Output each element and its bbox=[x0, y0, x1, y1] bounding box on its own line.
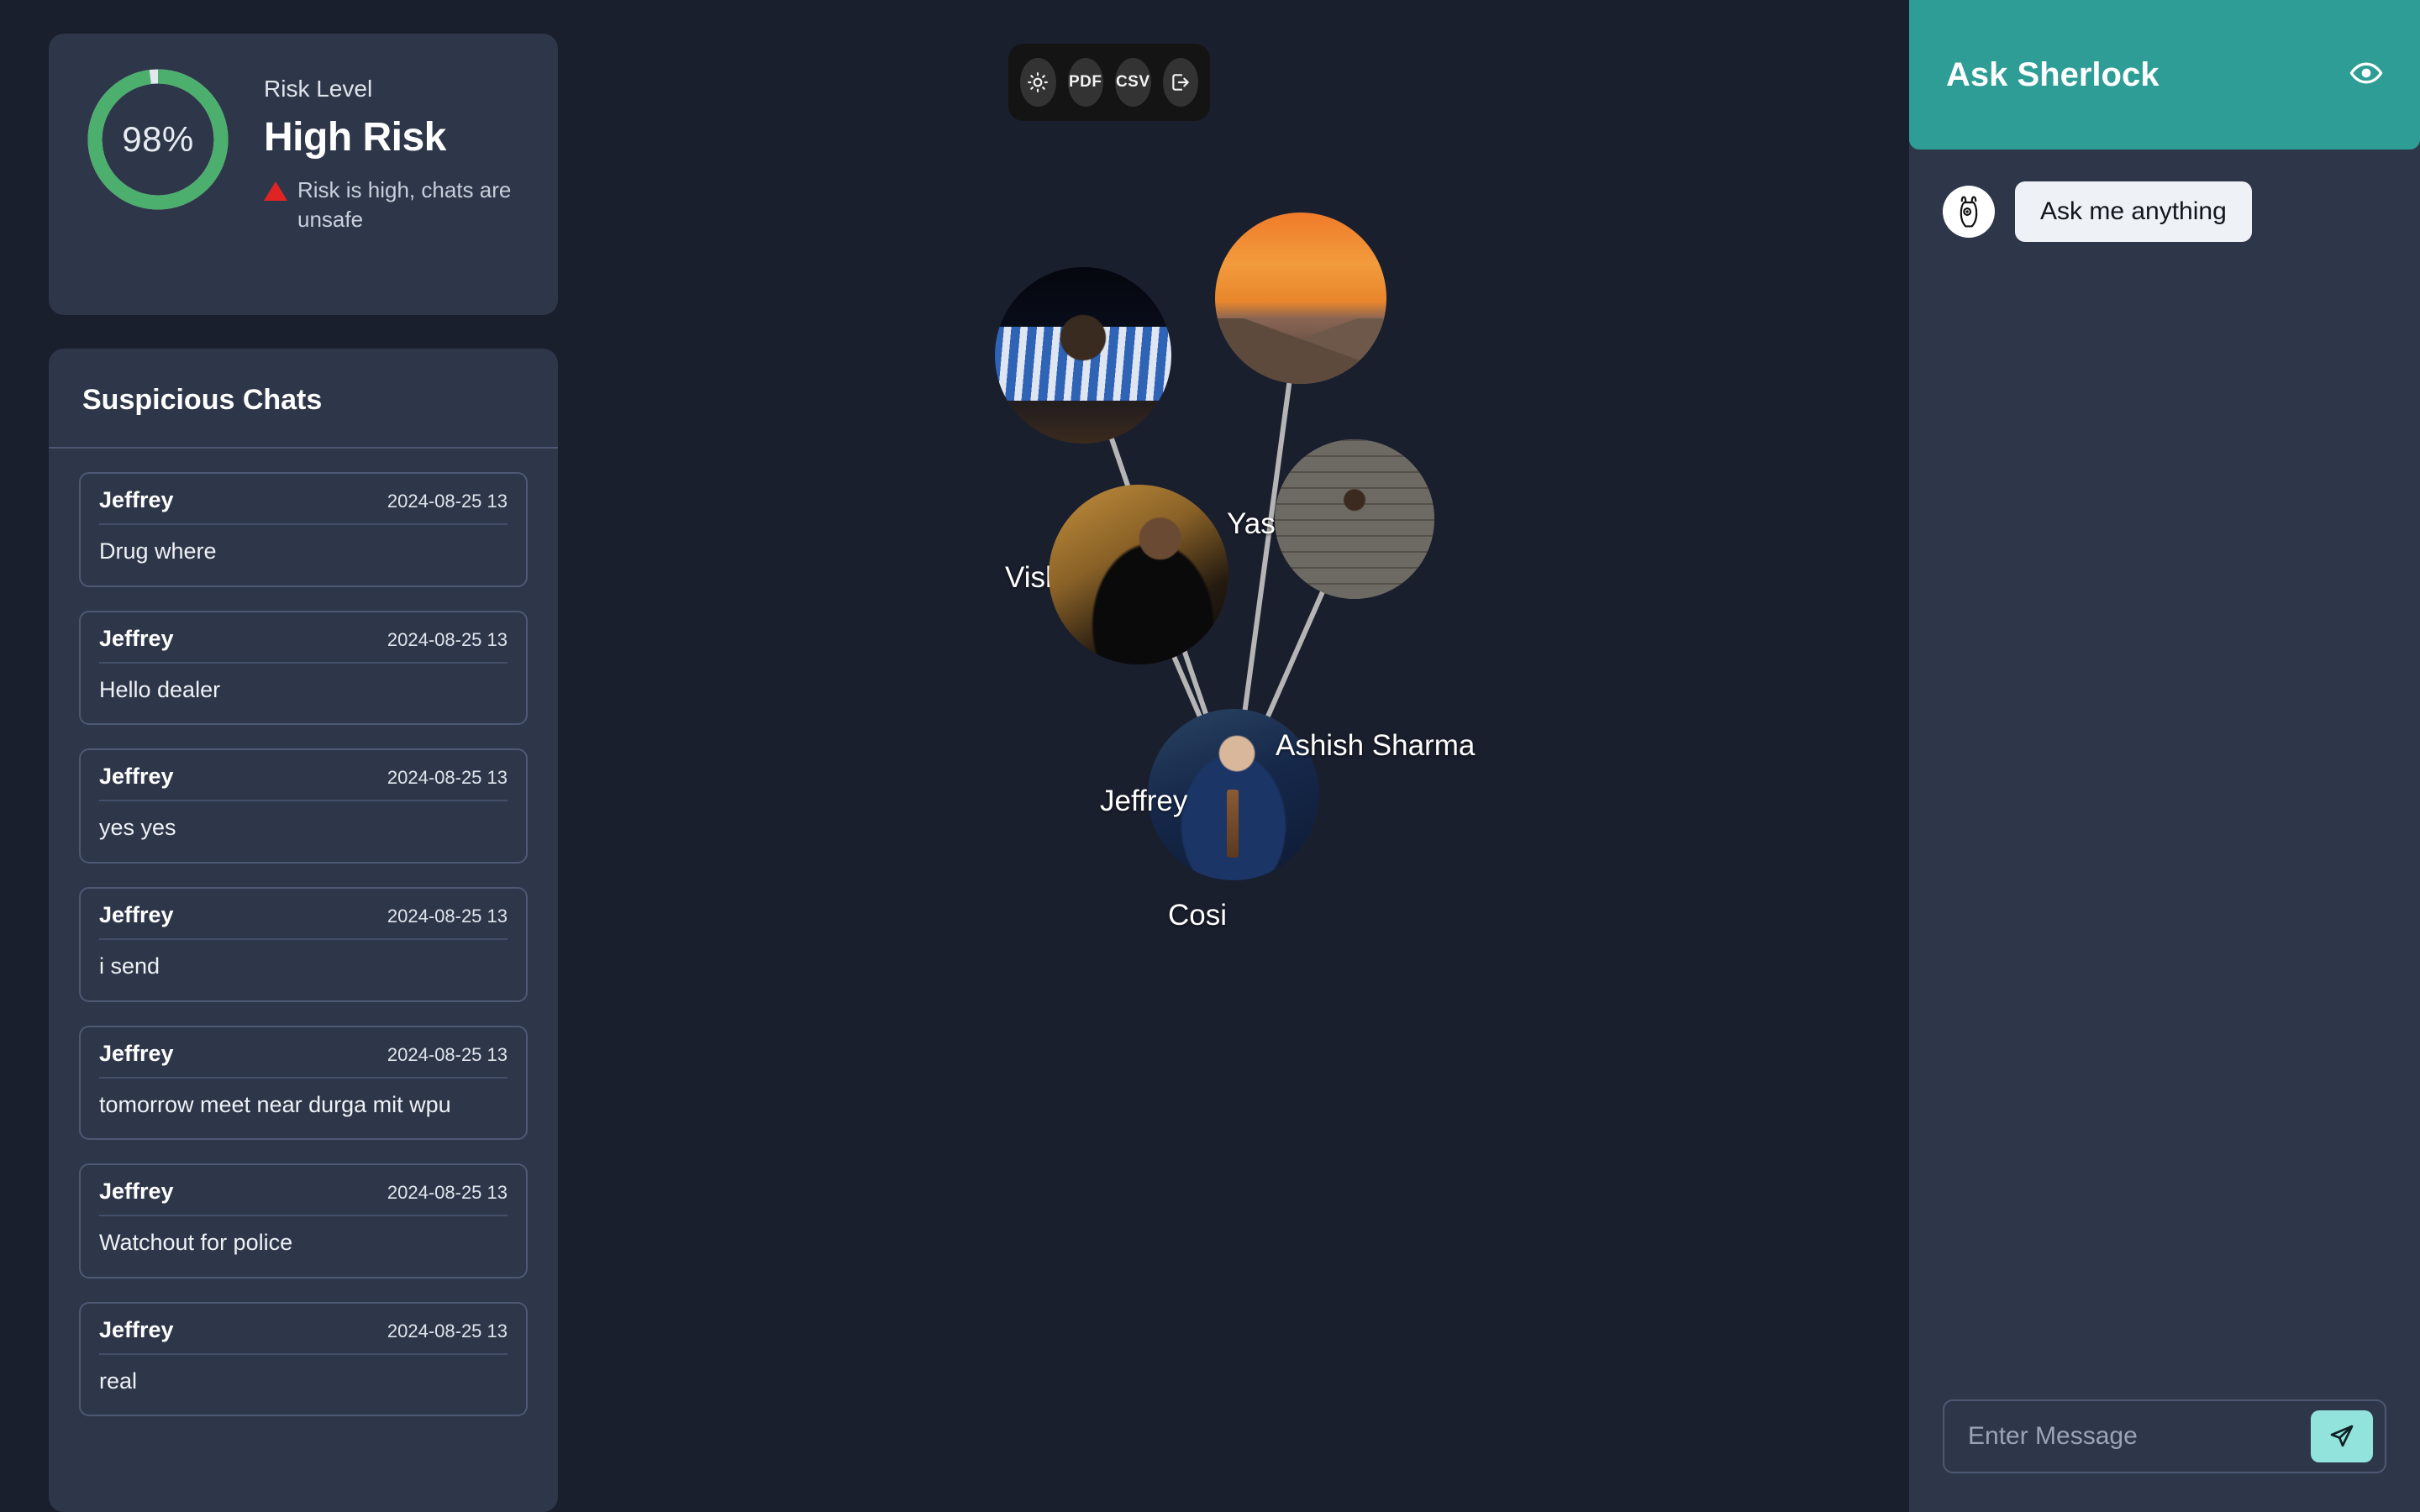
chat-item-timestamp: 2024-08-25 13 bbox=[387, 1182, 508, 1204]
chat-item-sender: Jeffrey bbox=[99, 1179, 174, 1205]
chat-item-message: Watchout for police bbox=[99, 1230, 293, 1256]
ask-sherlock-messages: Ask me anything bbox=[1909, 150, 2420, 1399]
left-sidebar: 98% Risk Level High Risk Risk is high, c… bbox=[49, 34, 558, 1512]
suspicious-chats-card: Suspicious Chats Jeffrey 2024-08-25 13 Dru… bbox=[49, 349, 558, 1512]
graph-node-label: Cosi bbox=[1168, 899, 1228, 932]
send-icon bbox=[2330, 1425, 2354, 1447]
risk-text-block: Risk Level High Risk Risk is high, chats… bbox=[264, 64, 516, 234]
risk-gauge-percent: 98% bbox=[122, 119, 194, 159]
graph-node-avatar bbox=[1275, 439, 1434, 599]
chat-item-header: Jeffrey 2024-08-25 13 bbox=[99, 1179, 508, 1217]
suspicious-chats-title: Suspicious Chats bbox=[49, 349, 558, 449]
ask-sherlock-input-bar bbox=[1909, 1399, 2420, 1512]
chat-item-sender: Jeffrey bbox=[99, 764, 174, 790]
chat-item-sender: Jeffrey bbox=[99, 487, 174, 512]
ask-sherlock-header: Ask Sherlock bbox=[1909, 0, 2420, 150]
risk-warning: Risk is high, chats are unsafe bbox=[264, 176, 516, 234]
chat-item-message: i send bbox=[99, 953, 160, 979]
chat-list-item[interactable]: Jeffrey 2024-08-25 13 real bbox=[79, 1301, 528, 1417]
chat-item-message: real bbox=[99, 1368, 138, 1394]
risk-level-caption: Risk Level bbox=[264, 76, 373, 102]
chat-item-timestamp: 2024-08-25 13 bbox=[387, 1043, 508, 1065]
chat-item-timestamp: 2024-08-25 13 bbox=[387, 628, 508, 650]
chat-item-header: Jeffrey 2024-08-25 13 bbox=[99, 487, 508, 525]
chat-item-sender: Jeffrey bbox=[99, 625, 174, 651]
chat-item-header: Jeffrey 2024-08-25 13 bbox=[99, 764, 508, 802]
graph-node-ashish[interactable] bbox=[1275, 439, 1434, 599]
risk-warning-text: Risk is high, chats are unsafe bbox=[297, 177, 512, 233]
ask-sherlock-panel: Ask Sherlock Ask me anything Enter Messa… bbox=[1909, 0, 2420, 1512]
graph-node-label: Ashish Sharma bbox=[1276, 729, 1476, 762]
message-input[interactable] bbox=[1968, 1422, 2299, 1451]
chat-item-timestamp: 2024-08-25 13 bbox=[387, 767, 508, 789]
chat-item-message: tomorrow meet near durga mit wpu bbox=[99, 1091, 451, 1117]
chat-list-item[interactable]: Jeffrey 2024-08-25 13 Watchout for police bbox=[79, 1163, 528, 1278]
chat-list-item[interactable]: Jeffrey 2024-08-25 13 Drug where bbox=[79, 472, 528, 587]
eye-icon[interactable] bbox=[2349, 56, 2383, 94]
chat-item-message: yes yes bbox=[99, 815, 176, 841]
graph-node-label: Jeffrey bbox=[1100, 785, 1188, 817]
graph-node-vishwesh[interactable] bbox=[995, 267, 1171, 444]
chat-item-header: Jeffrey 2024-08-25 13 bbox=[99, 902, 508, 940]
graph-node-avatar bbox=[995, 267, 1171, 444]
risk-level-value: High Risk bbox=[264, 115, 446, 160]
graph-node-avatar bbox=[1215, 213, 1386, 384]
chat-item-timestamp: 2024-08-25 13 bbox=[387, 491, 508, 512]
send-message-button[interactable] bbox=[2311, 1410, 2373, 1462]
suspicious-chats-list[interactable]: Jeffrey 2024-08-25 13 Drug where Jeffrey 202… bbox=[49, 449, 558, 1512]
llama-glyph bbox=[1960, 196, 1978, 228]
chat-list-item[interactable]: Jeffrey 2024-08-25 13 i send bbox=[79, 886, 528, 1002]
chat-item-header: Jeffrey 2024-08-25 13 bbox=[99, 1041, 508, 1079]
chat-item-timestamp: 2024-08-25 13 bbox=[387, 905, 508, 927]
chat-item-header: Jeffrey 2024-08-25 13 bbox=[99, 1317, 508, 1355]
llama-avatar-icon bbox=[1943, 186, 1995, 238]
chat-item-message: Drug where bbox=[99, 538, 217, 564]
warning-triangle-icon bbox=[264, 181, 287, 201]
risk-gauge: 98% bbox=[82, 64, 234, 215]
ask-sherlock-title: Ask Sherlock bbox=[1946, 55, 2160, 93]
graph-node-avatar bbox=[1049, 485, 1228, 664]
dashboard-root: 98% Risk Level High Risk Risk is high, c… bbox=[0, 0, 2420, 1512]
network-graph[interactable]: CosiVishwesh BhatYashraj NarkeAshish Sha… bbox=[558, 0, 1909, 1512]
chat-list-item[interactable]: Jeffrey 2024-08-25 13 Hello dealer bbox=[79, 610, 528, 726]
risk-level-card: 98% Risk Level High Risk Risk is high, c… bbox=[49, 34, 558, 315]
chat-item-header: Jeffrey 2024-08-25 13 bbox=[99, 626, 508, 664]
chat-item-sender: Jeffrey bbox=[99, 901, 174, 927]
graph-node-jeffrey[interactable] bbox=[1049, 485, 1228, 664]
chat-list-item[interactable]: Jeffrey 2024-08-25 13 yes yes bbox=[79, 748, 528, 864]
chat-message-bubble: Ask me anything bbox=[2015, 181, 2252, 242]
chat-message-row: Ask me anything bbox=[1943, 181, 2386, 242]
message-input-wrapper[interactable] bbox=[1943, 1399, 2386, 1473]
chat-item-message: Hello dealer bbox=[99, 676, 221, 702]
chat-item-sender: Jeffrey bbox=[99, 1316, 174, 1342]
graph-node-yashraj[interactable] bbox=[1215, 213, 1386, 384]
chat-item-sender: Jeffrey bbox=[99, 1040, 174, 1066]
chat-list-item[interactable]: Jeffrey 2024-08-25 13 tomorrow meet near d… bbox=[79, 1025, 528, 1141]
chat-item-timestamp: 2024-08-25 13 bbox=[387, 1320, 508, 1341]
